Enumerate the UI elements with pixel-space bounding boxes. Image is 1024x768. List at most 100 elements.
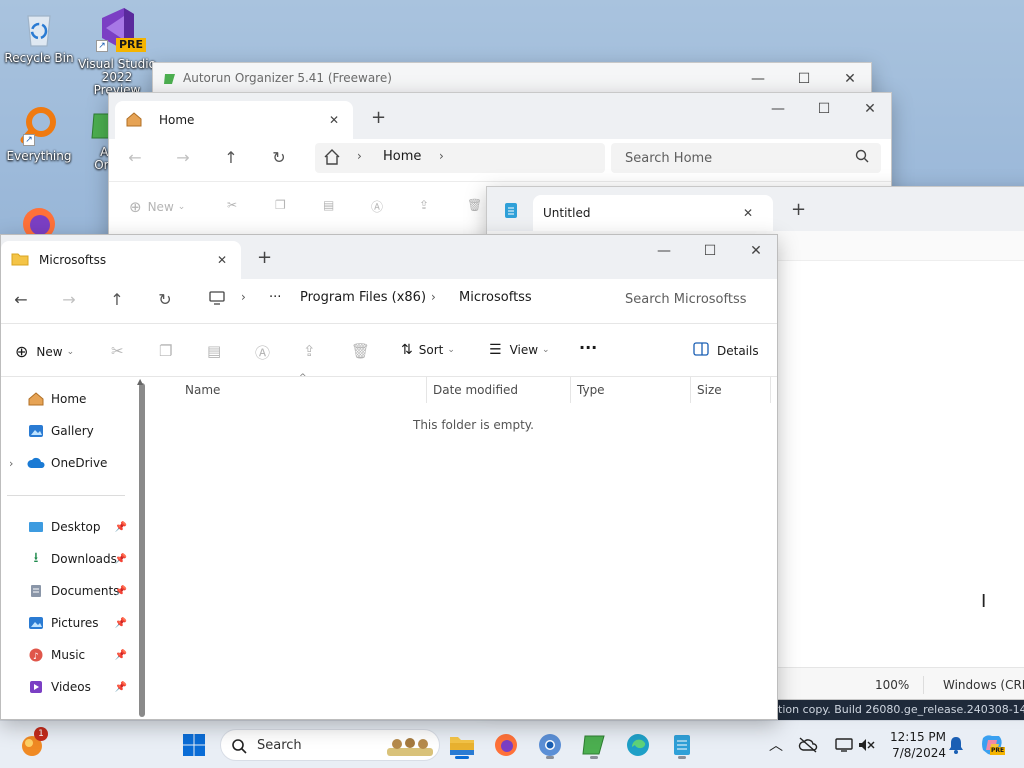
pin-icon[interactable]: 📌 [115, 586, 127, 597]
file-list[interactable]: Name ^ Date modified Type Size This fold… [149, 373, 777, 719]
pin-icon[interactable]: 📌 [115, 554, 127, 565]
file-explorer-taskbar-button[interactable] [446, 729, 478, 761]
new-tab-button[interactable]: + [791, 199, 806, 220]
firefox-taskbar-button[interactable] [490, 729, 522, 761]
nav-item-home[interactable]: Home [1, 385, 131, 413]
nav-item-music[interactable]: ♪ Music 📌 [1, 641, 131, 669]
new-button[interactable]: ⊕ New ⌄ [15, 342, 74, 361]
rename-button[interactable]: Ⓐ [255, 342, 270, 363]
running-indicator [455, 756, 469, 759]
tab-microsoftss[interactable]: Microsoftss ✕ [1, 241, 241, 279]
copy-button[interactable]: ❐ [275, 198, 286, 212]
tab-close-icon[interactable]: ✕ [217, 253, 227, 267]
close-button[interactable]: ✕ [847, 93, 891, 125]
cut-button[interactable]: ✂ [227, 198, 237, 212]
delete-button[interactable]: 🗑 [467, 198, 482, 212]
delete-button[interactable]: 🗑 [351, 342, 370, 360]
line-ending[interactable]: Windows (CRLF) [943, 678, 1024, 692]
taskbar-search-box[interactable]: Search [220, 729, 440, 761]
paste-button[interactable]: ▤ [207, 342, 221, 360]
more-options-button[interactable]: ··· [579, 338, 597, 357]
up-button[interactable]: ↑ [217, 143, 245, 171]
view-button[interactable]: ☰ View ⌄ [489, 342, 550, 358]
edge-taskbar-button[interactable] [622, 729, 654, 761]
start-button[interactable] [178, 729, 210, 761]
column-header-date-modified[interactable]: Date modified [427, 377, 571, 403]
cut-button[interactable]: ✂ [111, 342, 124, 360]
minimize-button[interactable]: — [641, 235, 687, 267]
paste-button[interactable]: ▤ [323, 198, 334, 212]
nav-item-pictures[interactable]: Pictures 📌 [1, 609, 131, 637]
address-bar[interactable]: › ··· Program Files (x86) › Microsoftss [199, 283, 601, 315]
search-input[interactable]: Search Home [611, 143, 881, 173]
refresh-button[interactable]: ↻ [151, 285, 179, 313]
widgets-button[interactable]: 1 [16, 727, 48, 761]
rename-button[interactable]: Ⓐ [371, 198, 383, 215]
address-bar[interactable]: › Home › [315, 143, 605, 173]
copilot-button[interactable]: PRE [976, 729, 1008, 761]
breadcrumb-overflow[interactable]: ··· [269, 290, 281, 305]
close-button[interactable]: ✕ [827, 63, 871, 95]
column-header-type[interactable]: Type [571, 377, 691, 403]
search-input[interactable]: Search Microsoftss [609, 283, 777, 315]
network-button[interactable] [796, 729, 820, 761]
tab-home[interactable]: Home ✕ [115, 101, 353, 139]
tab-close-icon[interactable]: ✕ [329, 113, 339, 127]
pin-icon[interactable]: 📌 [115, 618, 127, 629]
breadcrumb-program-files[interactable]: Program Files (x86) [300, 290, 426, 305]
chrome-taskbar-button[interactable] [534, 729, 566, 761]
nav-item-downloads[interactable]: ⭳ Downloads 📌 [1, 545, 131, 573]
share-button[interactable]: ⇪ [419, 198, 429, 212]
show-hidden-icons-button[interactable]: ︿ [764, 729, 788, 761]
back-button[interactable]: ← [121, 143, 149, 171]
up-button[interactable]: ↑ [103, 285, 131, 313]
nav-item-desktop[interactable]: Desktop 📌 [1, 513, 131, 541]
desktop-folder-icon [27, 519, 45, 535]
forward-button[interactable]: → [169, 143, 197, 171]
maximize-button[interactable]: ☐ [687, 235, 733, 267]
desktop-icon-everything[interactable]: ↗ Everything [0, 106, 78, 163]
maximize-button[interactable]: ☐ [801, 93, 847, 125]
copy-button[interactable]: ❐ [159, 342, 172, 360]
autorun-organizer-taskbar-button[interactable] [578, 729, 610, 761]
breadcrumb-home[interactable]: Home [383, 149, 421, 164]
breadcrumb-microsoftss[interactable]: Microsoftss [459, 290, 532, 305]
minimize-icon: — [751, 71, 765, 87]
microsoftss-explorer-window[interactable]: Microsoftss ✕ + — ☐ ✕ ← → ↑ ↻ › ··· Prog… [0, 234, 778, 720]
forward-button[interactable]: → [55, 285, 83, 313]
desktop-icon-label: Everything [6, 149, 72, 163]
desktop-icon-recycle-bin[interactable]: Recycle Bin [0, 8, 78, 65]
navigation-pane-scrollbar[interactable] [139, 383, 145, 717]
desktop-icon-visual-studio[interactable]: PRE ↗ Visual Studio 2022 Preview [78, 6, 156, 97]
quick-settings-button[interactable] [830, 729, 880, 761]
notepad-taskbar-button[interactable] [666, 729, 698, 761]
refresh-button[interactable]: ↻ [265, 143, 293, 171]
nav-item-videos[interactable]: Videos 📌 [1, 673, 131, 701]
new-tab-button[interactable]: + [257, 247, 272, 268]
zoom-level[interactable]: 100% [875, 678, 909, 692]
scroll-up-arrow-icon[interactable]: ▲ [137, 377, 143, 386]
pin-icon[interactable]: 📌 [115, 522, 127, 533]
nav-item-gallery[interactable]: Gallery [1, 417, 131, 445]
nav-item-documents[interactable]: Documents 📌 [1, 577, 131, 605]
tab-untitled[interactable]: Untitled ✕ [533, 195, 773, 231]
tab-close-icon[interactable]: ✕ [743, 206, 753, 220]
pin-icon[interactable]: 📌 [115, 650, 127, 661]
minimize-button[interactable]: — [735, 63, 781, 95]
close-icon: ✕ [864, 101, 876, 117]
pin-icon[interactable]: 📌 [115, 682, 127, 693]
sort-button[interactable]: ⇅ Sort ⌄ [401, 342, 455, 358]
new-button[interactable]: ⊕ New ⌄ [129, 198, 185, 216]
share-button[interactable]: ⇪ [303, 342, 316, 360]
minimize-button[interactable]: — [755, 93, 801, 125]
maximize-button[interactable]: ☐ [781, 63, 827, 95]
nav-item-onedrive[interactable]: › OneDrive [1, 449, 131, 477]
expand-chevron-icon[interactable]: › [9, 457, 13, 470]
close-button[interactable]: ✕ [733, 235, 777, 267]
new-tab-button[interactable]: + [371, 107, 386, 128]
details-pane-button[interactable]: Details [693, 342, 759, 359]
column-header-size[interactable]: Size [691, 377, 771, 403]
back-button[interactable]: ← [7, 285, 35, 313]
notifications-button[interactable] [944, 729, 968, 761]
clock[interactable]: 12:15 PM 7/8/2024 [884, 729, 946, 761]
